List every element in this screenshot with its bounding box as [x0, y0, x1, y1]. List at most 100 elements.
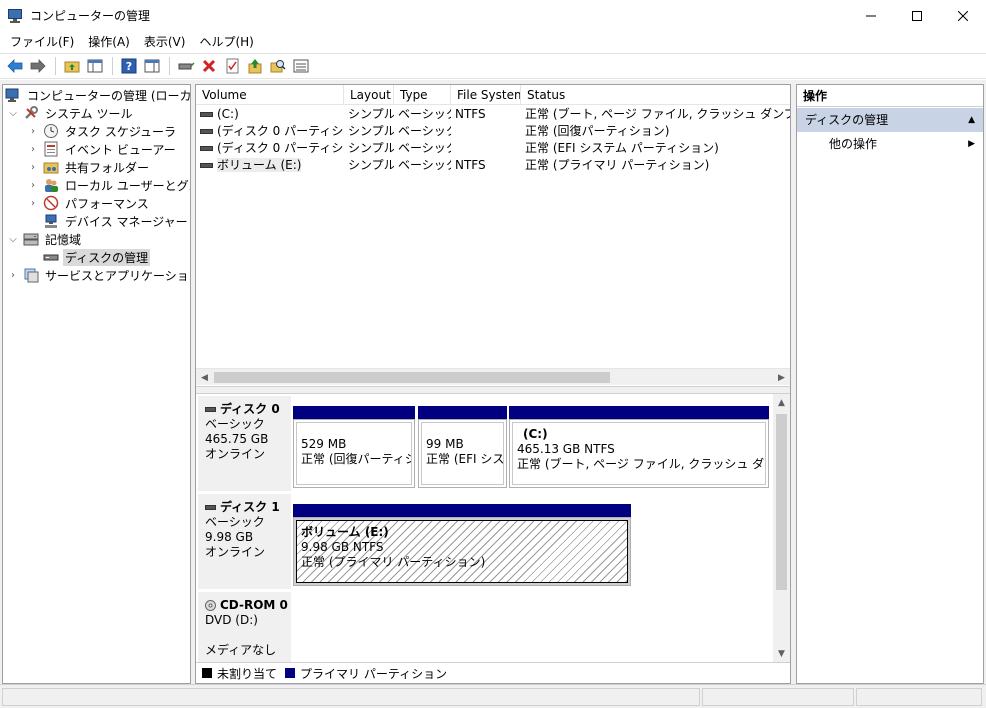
actions-pane: 操作 ディスクの管理 ▲ 他の操作 ▶	[796, 84, 984, 684]
tools-icon	[23, 105, 39, 121]
column-header-volume[interactable]: Volume	[196, 85, 344, 105]
console-tree-icon	[87, 59, 103, 73]
column-header-file-system[interactable]: File System	[451, 85, 521, 105]
scroll-left-icon[interactable]: ◀	[196, 369, 213, 386]
horizontal-scrollbar[interactable]: ◀ ▶	[196, 368, 790, 385]
disk-icon	[205, 407, 216, 412]
scrollbar-thumb[interactable]	[214, 372, 610, 383]
disk-0-info[interactable]: ディスク 0 ベーシック 465.75 GB オンライン	[198, 396, 291, 491]
volume-icon	[200, 111, 213, 117]
disk-1-info[interactable]: ディスク 1 ベーシック 9.98 GB オンライン	[198, 494, 291, 589]
actions-section-disk-management[interactable]: ディスクの管理 ▲	[797, 108, 983, 132]
action-pane-icon	[144, 59, 160, 73]
tree-item-event-viewer[interactable]: › イベント ビューアー	[27, 140, 178, 158]
menu-action[interactable]: 操作(A)	[81, 31, 137, 53]
svg-text:?: ?	[126, 60, 132, 73]
column-header-layout[interactable]: Layout	[344, 85, 394, 105]
menu-bar: ファイル(F) 操作(A) 表示(V) ヘルプ(H)	[0, 31, 986, 53]
export-up-icon	[248, 59, 262, 74]
device-manager-icon	[43, 213, 59, 229]
menu-help[interactable]: ヘルプ(H)	[192, 31, 260, 53]
partition-c[interactable]: (C:) 465.13 GB NTFS 正常 (ブート, ページ ファイル, ク…	[509, 406, 769, 488]
tree-item-disk-management[interactable]: ディスクの管理	[43, 248, 151, 266]
show-hide-tree-button[interactable]	[84, 55, 106, 77]
column-header-type[interactable]: Type	[394, 85, 451, 105]
volume-row[interactable]: (ディスク 0 パーティション 2) シンプル ベーシック 正常 (EFI シス…	[196, 139, 790, 156]
storage-icon	[23, 231, 39, 247]
center-pane: Volume Layout Type File System Status (C…	[195, 84, 791, 684]
legend: 未割り当て プライマリ パーティション	[196, 662, 790, 683]
show-hide-action-pane-button[interactable]	[141, 55, 163, 77]
disk-management-icon	[43, 249, 59, 265]
search-folder-icon	[270, 60, 286, 73]
partition-e[interactable]: ボリューム (E:) 9.98 GB NTFS 正常 (プライマリ パーティショ…	[293, 504, 631, 586]
volume-row[interactable]: ボリューム (E:) シンプル ベーシック NTFS 正常 (プライマリ パーテ…	[196, 156, 790, 173]
more-actions-item[interactable]: 他の操作 ▶	[797, 132, 983, 156]
legend-item-unallocated: 未割り当て	[202, 665, 277, 682]
scroll-right-icon[interactable]: ▶	[773, 369, 790, 386]
tree-item-local-users[interactable]: › ローカル ユーザーとグループ	[27, 176, 190, 194]
volume-row[interactable]: (ディスク 0 パーティション 1) シンプル ベーシック 正常 (回復パーティ…	[196, 122, 790, 139]
chevron-right-icon[interactable]: ›	[27, 144, 39, 155]
tree-item-system-tools[interactable]: ⌵ システム ツール	[7, 104, 134, 122]
back-button[interactable]	[4, 55, 26, 77]
volume-row[interactable]: (C:) シンプル ベーシック NTFS 正常 (ブート, ページ ファイル, …	[196, 105, 790, 122]
chevron-right-icon[interactable]: ›	[7, 270, 19, 281]
list-view-button[interactable]	[290, 55, 312, 77]
connect-drive-button[interactable]	[175, 55, 197, 77]
toolbar: ?	[0, 53, 986, 79]
properties-button[interactable]	[221, 55, 243, 77]
delete-x-icon	[202, 59, 216, 73]
scroll-down-icon[interactable]: ▼	[773, 645, 790, 662]
vertical-scrollbar[interactable]: ▲ ▼	[773, 394, 790, 662]
column-header-status[interactable]: Status	[521, 85, 790, 105]
list-view-icon	[293, 59, 309, 73]
volume-list-header: Volume Layout Type File System Status	[196, 85, 790, 105]
chevron-right-icon[interactable]: ›	[27, 126, 39, 137]
export-button[interactable]	[244, 55, 266, 77]
disk-1-partitions: ボリューム (E:) 9.98 GB NTFS 正常 (プライマリ パーティショ…	[292, 494, 773, 589]
event-viewer-icon	[43, 141, 59, 157]
computer-management-icon	[8, 8, 24, 24]
tree-item-services[interactable]: › サービスとアプリケーション	[7, 266, 190, 284]
close-icon	[958, 10, 968, 21]
help-icon: ?	[121, 58, 137, 74]
tree-item-task-scheduler[interactable]: › タスク スケジューラ	[27, 122, 178, 140]
cdrom-0-info[interactable]: CD-ROM 0 DVD (D:) メディアなし	[198, 592, 291, 662]
disk-0-partitions: 529 MB 正常 (回復パーティション) 99 MB 正常 (EFI システム…	[292, 396, 773, 491]
chevron-right-icon[interactable]: ›	[27, 162, 39, 173]
chevron-right-icon[interactable]: ›	[27, 198, 39, 209]
partition-recovery[interactable]: 529 MB 正常 (回復パーティション)	[293, 406, 415, 488]
status-cell	[856, 688, 982, 706]
partition-efi[interactable]: 99 MB 正常 (EFI システム パーティション)	[418, 406, 507, 488]
submenu-arrow-icon: ▶	[968, 139, 975, 149]
minimize-button[interactable]	[848, 0, 894, 31]
services-icon	[23, 267, 39, 283]
delete-button[interactable]	[198, 55, 220, 77]
forward-button[interactable]	[27, 55, 49, 77]
pane-splitter[interactable]	[196, 386, 790, 394]
help-button[interactable]: ?	[118, 55, 140, 77]
computer-management-icon	[5, 87, 21, 103]
drive-connect-icon	[178, 62, 195, 70]
scrollbar-thumb[interactable]	[776, 414, 787, 590]
menu-file[interactable]: ファイル(F)	[3, 31, 81, 53]
clock-icon	[43, 123, 59, 139]
scroll-up-icon[interactable]: ▲	[773, 394, 790, 411]
tree-item-storage[interactable]: ⌵ 記憶域	[7, 230, 83, 248]
search-button[interactable]	[267, 55, 289, 77]
menu-view[interactable]: 表示(V)	[137, 31, 193, 53]
chevron-right-icon[interactable]: ›	[27, 180, 39, 191]
close-button[interactable]	[940, 0, 986, 31]
tree-item-root[interactable]: コンピューターの管理 (ローカル)	[5, 86, 190, 104]
tree-item-performance[interactable]: › パフォーマンス	[27, 194, 151, 212]
collapse-up-icon[interactable]: ▲	[968, 108, 975, 132]
maximize-button[interactable]	[894, 0, 940, 31]
chevron-down-icon[interactable]: ⌵	[7, 234, 19, 245]
tree-item-device-manager[interactable]: デバイス マネージャー	[43, 212, 190, 230]
window-title: コンピューターの管理	[30, 9, 151, 23]
tree-item-shared-folders[interactable]: › 共有フォルダー	[27, 158, 151, 176]
chevron-down-icon[interactable]: ⌵	[7, 108, 19, 119]
disk-icon	[205, 505, 216, 510]
up-level-button[interactable]	[61, 55, 83, 77]
